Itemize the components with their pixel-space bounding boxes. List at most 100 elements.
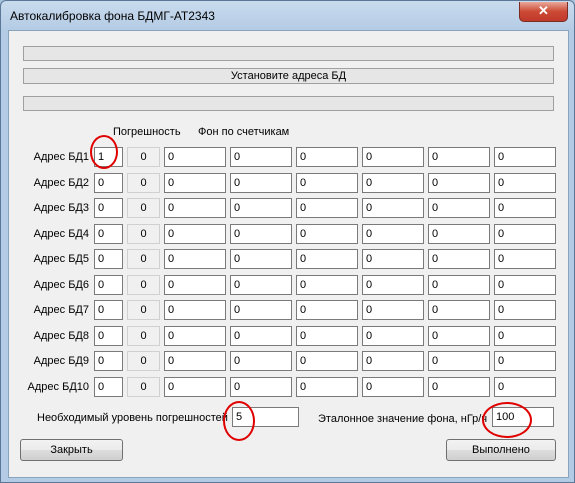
row-label: Адрес БД4: [33, 227, 89, 240]
counter-input[interactable]: 0: [230, 274, 292, 295]
counter-input[interactable]: 0: [428, 223, 490, 244]
counter-input[interactable]: 0: [164, 300, 226, 320]
row-label: Адрес БД8: [33, 329, 89, 342]
counter-input[interactable]: 0: [428, 172, 490, 193]
counter-input[interactable]: 0: [494, 198, 556, 218]
counter-input[interactable]: 0: [230, 198, 292, 218]
address-input[interactable]: 0: [94, 274, 123, 295]
counter-input[interactable]: 0: [362, 376, 424, 397]
counter-input[interactable]: 0: [296, 198, 358, 218]
progress-bar-bottom: [23, 96, 554, 111]
counter-input[interactable]: 0: [494, 147, 556, 167]
counter-input[interactable]: 0: [428, 351, 490, 371]
counter-input[interactable]: 0: [428, 274, 490, 295]
counter-input[interactable]: 0: [230, 249, 292, 269]
address-input[interactable]: 0: [94, 351, 123, 371]
counter-input[interactable]: 0: [230, 300, 292, 320]
counter-input[interactable]: 0: [428, 300, 490, 320]
counter-input[interactable]: 0: [296, 147, 358, 167]
header-background: Фон по счетчикам: [198, 126, 290, 138]
counter-input[interactable]: 0: [230, 376, 292, 397]
error-value: 0: [127, 351, 160, 371]
error-level-label: Необходимый уровень погрешностей: [37, 412, 228, 424]
counter-input[interactable]: 0: [362, 147, 424, 167]
address-input[interactable]: 0: [94, 223, 123, 244]
counter-input[interactable]: 0: [494, 274, 556, 295]
run-button[interactable]: Выполнено: [446, 439, 556, 461]
counter-input[interactable]: 0: [428, 147, 490, 167]
counter-input[interactable]: 0: [428, 376, 490, 397]
counter-input[interactable]: 0: [362, 300, 424, 320]
counter-input[interactable]: 0: [296, 249, 358, 269]
counter-input[interactable]: 0: [230, 147, 292, 167]
client-area: Установите адреса БД Погрешность Фон по …: [8, 30, 569, 478]
counter-input[interactable]: 0: [362, 249, 424, 269]
error-value: 0: [127, 172, 160, 193]
address-input[interactable]: 0: [94, 249, 123, 269]
counter-input[interactable]: 0: [362, 223, 424, 244]
counter-input[interactable]: 0: [230, 223, 292, 244]
counter-input[interactable]: 0: [230, 325, 292, 346]
row-label: Адрес БД7: [33, 304, 89, 316]
window-title: Автокалибровка фона БДМГ-АТ2343: [10, 9, 215, 23]
counter-input[interactable]: 0: [230, 351, 292, 371]
counter-input[interactable]: 0: [362, 274, 424, 295]
counter-input[interactable]: 0: [494, 351, 556, 371]
error-value: 0: [127, 223, 160, 244]
counter-input[interactable]: 0: [296, 274, 358, 295]
counter-input[interactable]: 0: [494, 300, 556, 320]
counter-input[interactable]: 0: [164, 249, 226, 269]
close-button[interactable]: Закрыть: [20, 439, 123, 461]
progress-bar-top: [23, 46, 554, 61]
counter-input[interactable]: 0: [362, 198, 424, 218]
counter-input[interactable]: 0: [362, 351, 424, 371]
error-value: 0: [127, 274, 160, 295]
error-level-input[interactable]: 5: [232, 407, 299, 427]
counter-input[interactable]: 0: [164, 325, 226, 346]
counter-input[interactable]: 0: [296, 325, 358, 346]
counter-input[interactable]: 0: [230, 172, 292, 193]
address-input[interactable]: 0: [94, 325, 123, 346]
error-value: 0: [127, 198, 160, 218]
address-input[interactable]: 0: [94, 172, 123, 193]
error-value: 0: [127, 300, 160, 320]
counter-input[interactable]: 0: [164, 198, 226, 218]
counter-input[interactable]: 0: [164, 172, 226, 193]
address-input[interactable]: 1: [94, 147, 123, 167]
counter-input[interactable]: 0: [164, 223, 226, 244]
row-label: Адрес БД3: [33, 202, 89, 214]
counter-input[interactable]: 0: [494, 325, 556, 346]
counter-input[interactable]: 0: [428, 249, 490, 269]
address-input[interactable]: 0: [94, 300, 123, 320]
counter-input[interactable]: 0: [494, 172, 556, 193]
close-icon[interactable]: ✕: [519, 2, 568, 22]
counter-input[interactable]: 0: [296, 351, 358, 371]
reference-label: Эталонное значение фона, нГр/ч: [318, 413, 488, 425]
counter-input[interactable]: 0: [296, 376, 358, 397]
counter-input[interactable]: 0: [494, 249, 556, 269]
counter-input[interactable]: 0: [494, 376, 556, 397]
row-label: Адрес БД10: [27, 380, 89, 393]
counter-input[interactable]: 0: [428, 325, 490, 346]
counter-input[interactable]: 0: [494, 223, 556, 244]
header-error: Погрешность: [113, 126, 181, 138]
error-value: 0: [127, 325, 160, 346]
row-label: Адрес БД9: [33, 355, 89, 367]
counter-input[interactable]: 0: [362, 325, 424, 346]
dialog-window: Автокалибровка фона БДМГ-АТ2343 ✕ Устано…: [0, 0, 575, 483]
counter-input[interactable]: 0: [164, 376, 226, 397]
row-label: Адрес БД6: [33, 278, 89, 291]
counter-input[interactable]: 0: [428, 198, 490, 218]
address-input[interactable]: 0: [94, 376, 123, 397]
counter-input[interactable]: 0: [164, 147, 226, 167]
counter-input[interactable]: 0: [296, 300, 358, 320]
counter-input[interactable]: 0: [362, 172, 424, 193]
address-input[interactable]: 0: [94, 198, 123, 218]
row-label: Адрес БД1: [33, 151, 89, 163]
status-message: Установите адреса БД: [23, 68, 554, 84]
counter-input[interactable]: 0: [164, 351, 226, 371]
reference-input[interactable]: 100: [492, 407, 554, 427]
counter-input[interactable]: 0: [164, 274, 226, 295]
counter-input[interactable]: 0: [296, 223, 358, 244]
counter-input[interactable]: 0: [296, 172, 358, 193]
